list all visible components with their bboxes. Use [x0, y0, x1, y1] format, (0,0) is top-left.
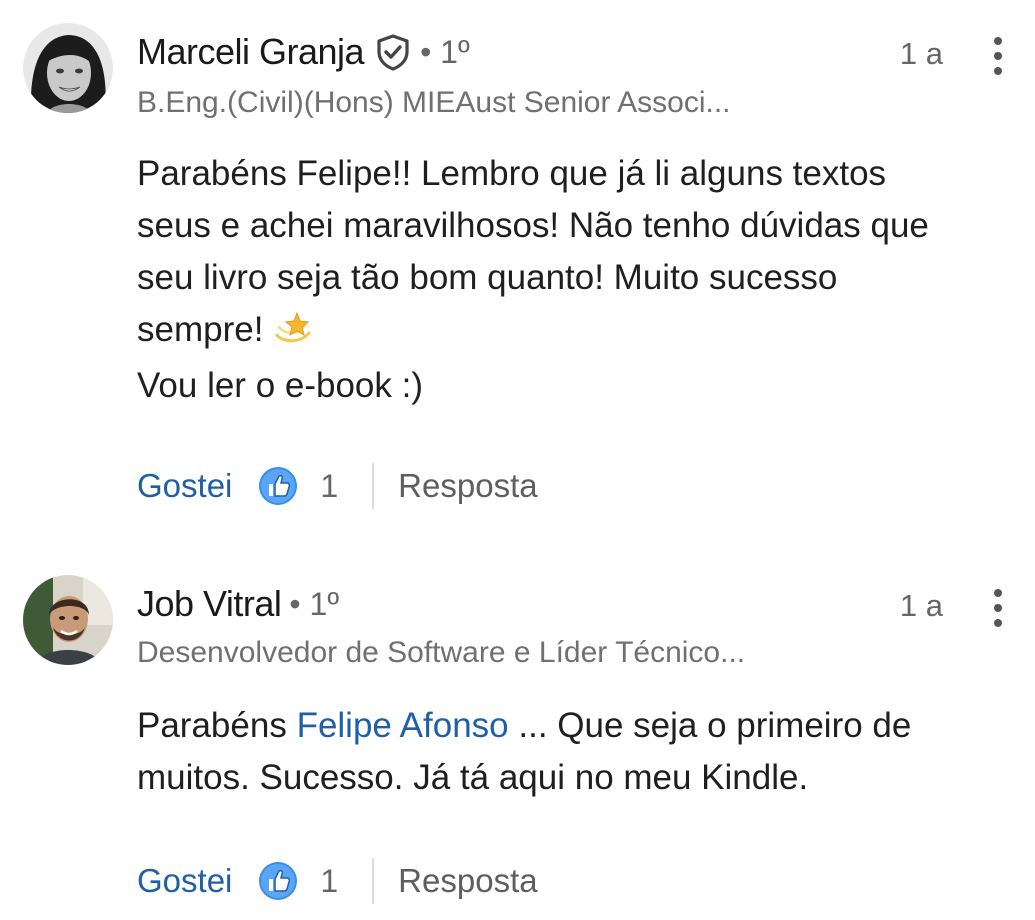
reply-button[interactable]: Resposta: [398, 467, 537, 505]
comment-line: Vou ler o e-book :): [137, 366, 423, 405]
comment-actions: Gostei 1 Resposta: [137, 858, 538, 904]
dizzy-star-icon: [273, 308, 313, 360]
comment-time: 1 a: [899, 36, 943, 71]
mention-link[interactable]: Felipe Afonso: [297, 706, 509, 745]
avatar-job-vitral[interactable]: [23, 575, 113, 665]
action-divider: [372, 463, 375, 509]
author-headline: B.Eng.(Civil)(Hons) MIEAust Senior Assoc…: [137, 86, 731, 119]
more-options-icon[interactable]: [983, 34, 1013, 78]
connection-degree: • 1º: [420, 33, 470, 70]
comment-header: Marceli Granja • 1º: [137, 30, 470, 74]
like-reaction-icon[interactable]: [258, 861, 298, 901]
comment-line: Parabéns Felipe!! Lembro que já li algun…: [137, 154, 887, 193]
avatar-marceli-granja[interactable]: [23, 23, 113, 113]
comment-line: seus e achei maravilhosos! Não tenho dúv…: [137, 206, 929, 245]
author-headline: Desenvolvedor de Software e Líder Técnic…: [137, 636, 746, 669]
comment-line: sempre!: [137, 310, 264, 349]
comment-line: Parabéns Felipe Afonso ... Que seja o pr…: [137, 700, 1017, 752]
like-button[interactable]: Gostei: [137, 467, 232, 505]
like-count: 1: [320, 862, 339, 899]
like-reaction-icon[interactable]: [258, 466, 298, 506]
reply-button[interactable]: Resposta: [398, 862, 537, 900]
comment-line: seu livro seja tão bom quanto! Muito suc…: [137, 258, 838, 297]
comment-text: Parabéns: [137, 706, 297, 745]
comment-body: Parabéns Felipe Afonso ... Que seja o pr…: [137, 700, 1017, 804]
comment-line: muitos. Sucesso. Já tá aqui no meu Kindl…: [137, 758, 809, 797]
comment-actions: Gostei 1 Resposta: [137, 463, 538, 509]
verified-shield-icon: [374, 33, 412, 71]
author-name[interactable]: Marceli Granja: [137, 31, 365, 73]
connection-degree: • 1º: [289, 585, 339, 622]
comment-header: Job Vitral • 1º: [137, 582, 339, 626]
like-count: 1: [320, 467, 339, 504]
like-button[interactable]: Gostei: [137, 862, 232, 900]
author-name[interactable]: Job Vitral: [137, 583, 282, 625]
comment-line-with-emoji: sempre!: [137, 304, 1017, 360]
comment-time: 1 a: [899, 588, 943, 623]
comment-body: Parabéns Felipe!! Lembro que já li algun…: [137, 148, 1017, 412]
more-options-icon[interactable]: [983, 586, 1013, 630]
comment-text: ... Que seja o primeiro de: [508, 706, 912, 745]
action-divider: [372, 858, 375, 904]
